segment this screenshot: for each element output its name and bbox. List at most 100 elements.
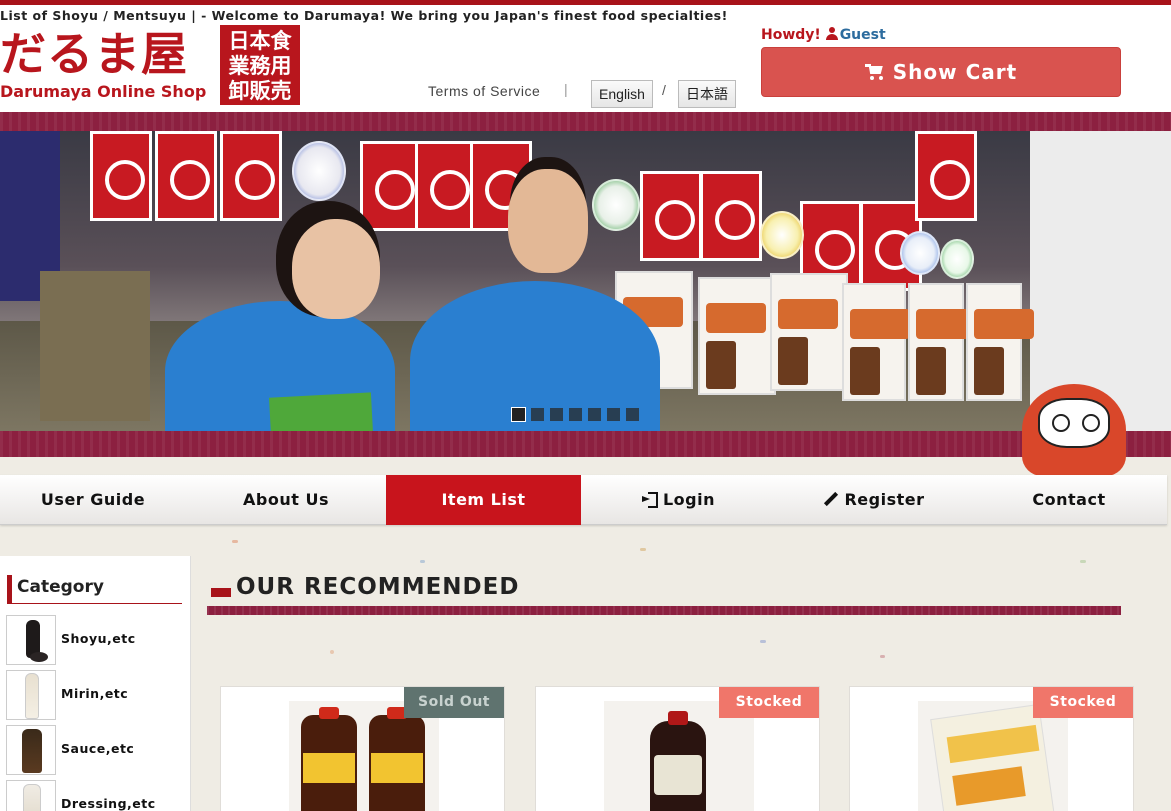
daruma-mascot: [1022, 384, 1126, 476]
paper-fleck: [1080, 560, 1086, 563]
daruma-face: [1038, 398, 1110, 448]
section-title-marker: [211, 588, 231, 597]
bottle-icon: [25, 673, 39, 719]
banner-flag: [90, 131, 152, 221]
section-divider: [207, 606, 1121, 615]
bottle-label: [654, 755, 702, 795]
guest-link[interactable]: Guest: [840, 27, 886, 43]
paper-fleck: [232, 540, 238, 543]
logo-box-line: 卸販売: [228, 78, 292, 103]
bottle-icon: [22, 729, 42, 773]
lantern: [940, 239, 974, 279]
header-top-line: [0, 0, 1171, 5]
banner-flag: [415, 141, 477, 231]
bottle-label: [371, 753, 423, 783]
logo-box-line: 日本食: [228, 28, 292, 53]
banner-gap: [0, 457, 1171, 475]
bottle-cap: [668, 711, 688, 725]
slide-dot[interactable]: [588, 408, 601, 421]
lantern: [592, 179, 640, 231]
logo-english[interactable]: Darumaya Online Shop: [0, 82, 206, 101]
cart-icon: [864, 64, 885, 80]
japanese-language-button[interactable]: 日本語: [678, 80, 736, 108]
nav-user-guide[interactable]: User Guide: [0, 475, 186, 525]
product-card[interactable]: Stocked: [535, 686, 820, 811]
staff-woman-face: [292, 219, 380, 319]
slide-dot[interactable]: [626, 408, 639, 421]
english-language-button[interactable]: English: [591, 80, 653, 108]
product-poster: [698, 277, 776, 395]
lantern: [900, 231, 940, 275]
paper-fleck: [760, 640, 766, 643]
slide-dot[interactable]: [569, 408, 582, 421]
category-label: Sauce,etc: [61, 741, 135, 756]
howdy-label: Howdy!: [761, 27, 821, 43]
show-cart-label: Show Cart: [892, 60, 1018, 84]
bottle-label: [303, 753, 355, 783]
user-icon: [825, 27, 838, 40]
banner-side-panel: [1030, 131, 1171, 431]
banner-flag: [640, 171, 702, 261]
product-poster: [966, 283, 1034, 401]
show-cart-button[interactable]: Show Cart: [761, 47, 1121, 97]
nav-register-label: Register: [844, 490, 925, 509]
banner-flag: [155, 131, 217, 221]
recommended-section-title: OUR RECOMMENDED: [236, 574, 520, 600]
site-tagline: List of Shoyu / Mentsuyu | - Welcome to …: [0, 8, 728, 23]
banner-flag: [700, 171, 762, 261]
stocked-badge: Stocked: [719, 687, 819, 718]
product-poster: [770, 273, 848, 391]
category-label: Dressing,etc: [61, 796, 156, 811]
slide-dot[interactable]: [511, 407, 526, 422]
sold-out-badge: Sold Out: [404, 687, 504, 718]
nav-register[interactable]: Register: [776, 475, 971, 525]
category-thumbnail: [6, 725, 56, 775]
banner-bottom-band: [0, 431, 1171, 457]
product-card[interactable]: Sold Out: [220, 686, 505, 811]
language-separator: /: [662, 82, 666, 98]
nav-login[interactable]: Login: [581, 475, 776, 525]
separator: |: [564, 81, 568, 97]
category-thumbnail: [6, 670, 56, 720]
logo-japanese[interactable]: だるま屋: [0, 28, 188, 80]
paper-fleck: [330, 650, 334, 654]
banner-top-band: [0, 112, 1171, 131]
terms-of-service-link[interactable]: Terms of Service: [428, 83, 540, 99]
login-icon: [641, 492, 658, 508]
lantern: [760, 211, 804, 259]
product-poster: [842, 283, 910, 401]
nav-contact[interactable]: Contact: [971, 475, 1167, 525]
category-thumbnail: [6, 780, 56, 811]
banner-flag: [915, 131, 977, 221]
category-title: Category: [7, 575, 182, 604]
slide-dot[interactable]: [550, 408, 563, 421]
bottle-cap: [319, 707, 339, 719]
nav-login-label: Login: [662, 490, 715, 509]
logo-box-line: 業務用: [228, 53, 292, 78]
stocked-badge: Stocked: [1033, 687, 1133, 718]
category-thumbnail: [6, 615, 56, 665]
lantern: [292, 141, 346, 201]
slide-dot[interactable]: [607, 408, 620, 421]
category-item-sauce[interactable]: Sauce,etc: [6, 725, 186, 777]
bottle-icon: [23, 784, 41, 811]
slide-dot[interactable]: [531, 408, 544, 421]
hero-slideshow[interactable]: [0, 131, 1171, 431]
nav-about-us[interactable]: About Us: [186, 475, 386, 525]
slideshow-indicators[interactable]: [511, 407, 639, 422]
user-greeting: Howdy! Guest: [761, 27, 886, 43]
category-item-shoyu[interactable]: Shoyu,etc: [6, 615, 186, 667]
category-item-mirin[interactable]: Mirin,etc: [6, 670, 186, 722]
category-label: Shoyu,etc: [61, 631, 136, 646]
category-label: Mirin,etc: [61, 686, 129, 701]
banner-flag: [360, 141, 422, 231]
dish-icon: [30, 652, 48, 662]
product-card[interactable]: Stocked: [849, 686, 1134, 811]
banner-shelf: [40, 271, 150, 421]
paper-fleck: [640, 548, 646, 551]
paper-fleck: [420, 560, 425, 563]
main-navigation: User Guide About Us Item List Login Regi…: [0, 475, 1167, 525]
category-item-dressing[interactable]: Dressing,etc: [6, 780, 186, 811]
nav-item-list[interactable]: Item List: [386, 475, 581, 525]
banner-flag: [220, 131, 282, 221]
